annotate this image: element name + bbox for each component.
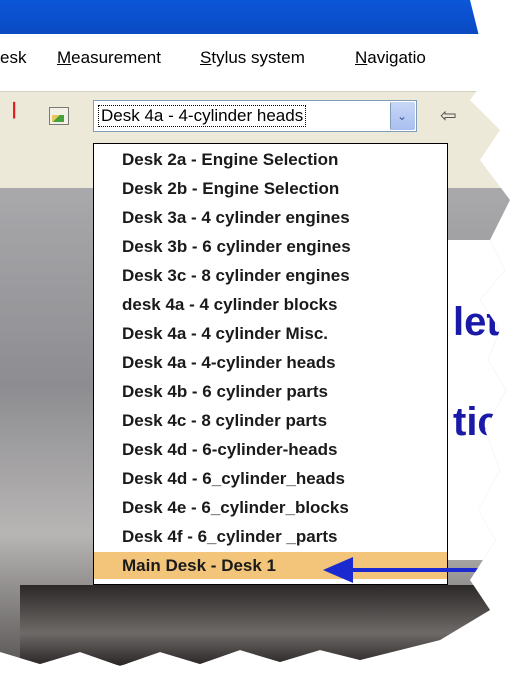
dropdown-item[interactable]: desk 4a - 4 cylinder blocks	[94, 291, 447, 318]
dropdown-item[interactable]: Desk 4d - 6-cylinder-heads	[94, 436, 447, 463]
dropdown-item[interactable]: Desk 4d - 6_cylinder_heads	[94, 465, 447, 492]
menu-item-measurement-accel: M	[57, 48, 72, 67]
image-icon[interactable]	[49, 107, 69, 125]
annotation-arrow-head-icon	[323, 557, 353, 583]
desk-image-bottom	[20, 585, 490, 665]
dropdown-item[interactable]: Desk 4a - 4-cylinder heads	[94, 349, 447, 376]
menu-item-stylus-accel: S	[200, 48, 212, 67]
chevron-down-icon: ⌄	[397, 109, 408, 123]
menu-item-desk[interactable]: esk	[0, 48, 26, 68]
menu-item-measurement-label: easurement	[71, 48, 161, 67]
partial-text-2: tic	[453, 400, 500, 444]
dropdown-item[interactable]: Desk 2a - Engine Selection	[94, 146, 447, 173]
dropdown-item[interactable]: Desk 3a - 4 cylinder engines	[94, 204, 447, 231]
desk-select-combobox[interactable]: Desk 4a - 4-cylinder heads ⌄	[93, 100, 417, 132]
dropdown-item[interactable]: Desk 3b - 6 cylinder engines	[94, 233, 447, 260]
dropdown-item[interactable]: Desk 3c - 8 cylinder engines	[94, 262, 447, 289]
menu-item-stylus-system[interactable]: Stylus system	[200, 48, 305, 68]
menu-item-stylus-label: tylus system	[211, 48, 305, 67]
title-bar	[0, 0, 510, 34]
annotation-arrow-line	[348, 568, 498, 572]
dropdown-item[interactable]: Desk 4c - 8 cylinder parts	[94, 407, 447, 434]
menu-item-navigation[interactable]: Navigatio	[355, 48, 426, 68]
menu-item-navigation-accel: N	[355, 48, 368, 67]
menu-item-navigation-label: avigatio	[367, 48, 426, 67]
dropdown-item[interactable]: Desk 4b - 6 cylinder parts	[94, 378, 447, 405]
dropdown-item[interactable]: Desk 2b - Engine Selection	[94, 175, 447, 202]
combo-value: Desk 4a - 4-cylinder heads	[98, 105, 307, 127]
dropdown-item-main-desk[interactable]: Main Desk - Desk 1	[94, 552, 447, 579]
desk-dropdown-list[interactable]: Desk 2a - Engine Selection Desk 2b - Eng…	[93, 143, 448, 585]
red-marker-icon[interactable]: ┃	[10, 104, 20, 118]
menu-item-measurement[interactable]: Measurement	[57, 48, 161, 68]
dropdown-item[interactable]: Desk 4e - 6_cylinder_blocks	[94, 494, 447, 521]
screenshot-frame: esk Measurement Stylus system Navigatio …	[0, 0, 510, 666]
dropdown-item[interactable]: Desk 4a - 4 cylinder Misc.	[94, 320, 447, 347]
combo-dropdown-button[interactable]: ⌄	[390, 102, 415, 130]
back-arrow-icon[interactable]: ⇦	[440, 103, 457, 127]
partial-text-1: let	[453, 300, 500, 344]
dropdown-item[interactable]: Desk 4f - 6_cylinder _parts	[94, 523, 447, 550]
